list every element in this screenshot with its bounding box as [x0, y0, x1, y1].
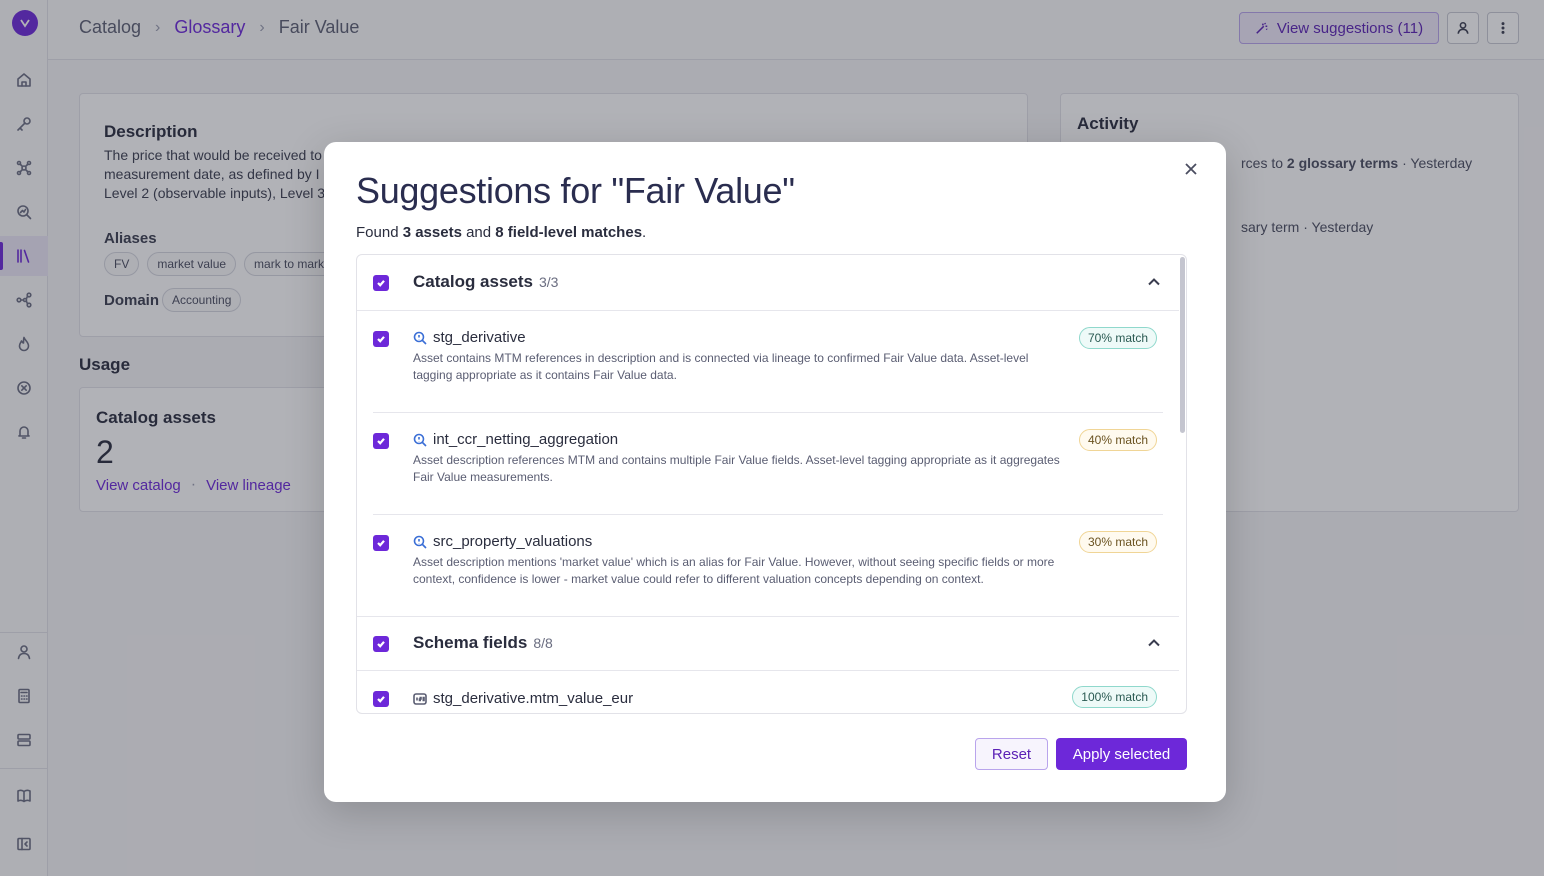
suggestions-list[interactable]: Catalog assets 3/3 stg_derivative 70% mat… — [356, 254, 1187, 714]
item-title: stg_derivative.mtm_value_eur — [413, 690, 633, 707]
match-badge: 100% match — [1072, 686, 1157, 708]
number-field-icon — [413, 692, 427, 706]
item-name: src_property_valuations — [433, 533, 593, 550]
search-asset-icon — [413, 535, 427, 549]
check-icon — [377, 696, 385, 703]
group-checkbox[interactable] — [373, 275, 389, 291]
item-checkbox[interactable] — [373, 691, 389, 707]
match-badge: 70% match — [1078, 327, 1157, 349]
modal-summary: Found 3 assets and 8 field-level matches… — [356, 224, 647, 241]
group-title: Catalog assets 3/3 — [413, 272, 559, 291]
item-description: Asset description mentions 'market value… — [413, 555, 1055, 586]
chevron-up-icon[interactable] — [1147, 275, 1161, 289]
reset-button[interactable]: Reset — [975, 738, 1048, 770]
scrollbar-thumb[interactable] — [1180, 257, 1185, 433]
chevron-up-icon[interactable] — [1147, 636, 1161, 650]
close-icon — [1185, 163, 1197, 175]
group-header-catalog-assets[interactable]: Catalog assets 3/3 — [357, 255, 1179, 311]
group-header-schema-fields[interactable]: Schema fields 8/8 — [357, 616, 1179, 671]
match-badge: 30% match — [1078, 531, 1157, 553]
list-item[interactable]: stg_derivative.mtm_value_eur 100% match — [357, 672, 1179, 713]
item-title: stg_derivative — [413, 329, 526, 346]
item-description: Asset contains MTM references in descrip… — [413, 351, 1029, 382]
check-icon — [377, 280, 385, 287]
list-item[interactable]: stg_derivative 70% match Asset contains … — [357, 311, 1179, 413]
close-button[interactable] — [1180, 158, 1202, 180]
group-count: 8/8 — [533, 635, 553, 651]
search-asset-icon — [413, 331, 427, 345]
item-checkbox[interactable] — [373, 535, 389, 551]
scrollbar[interactable] — [1178, 255, 1186, 713]
suggestions-modal: Suggestions for "Fair Value" Found 3 ass… — [324, 142, 1226, 802]
item-checkbox[interactable] — [373, 433, 389, 449]
item-description: Asset description references MTM and con… — [413, 453, 1060, 484]
check-icon — [377, 438, 385, 445]
item-title: int_ccr_netting_aggregation — [413, 431, 618, 448]
item-name: int_ccr_netting_aggregation — [433, 431, 619, 448]
list-item[interactable]: src_property_valuations 30% match Asset … — [357, 515, 1179, 618]
item-name: stg_derivative.mtm_value_eur — [433, 690, 634, 707]
group-title: Schema fields 8/8 — [413, 633, 553, 652]
group-count: 3/3 — [539, 274, 559, 290]
item-title: src_property_valuations — [413, 533, 592, 550]
item-name: stg_derivative — [433, 329, 526, 346]
modal-title: Suggestions for "Fair Value" — [356, 170, 795, 211]
apply-selected-button[interactable]: Apply selected — [1056, 738, 1187, 770]
group-checkbox[interactable] — [373, 636, 389, 652]
check-icon — [377, 336, 385, 343]
match-badge: 40% match — [1078, 429, 1157, 451]
item-checkbox[interactable] — [373, 331, 389, 347]
search-asset-icon — [413, 433, 427, 447]
list-item[interactable]: int_ccr_netting_aggregation 40% match As… — [357, 413, 1179, 515]
check-icon — [377, 641, 385, 648]
check-icon — [377, 540, 385, 547]
